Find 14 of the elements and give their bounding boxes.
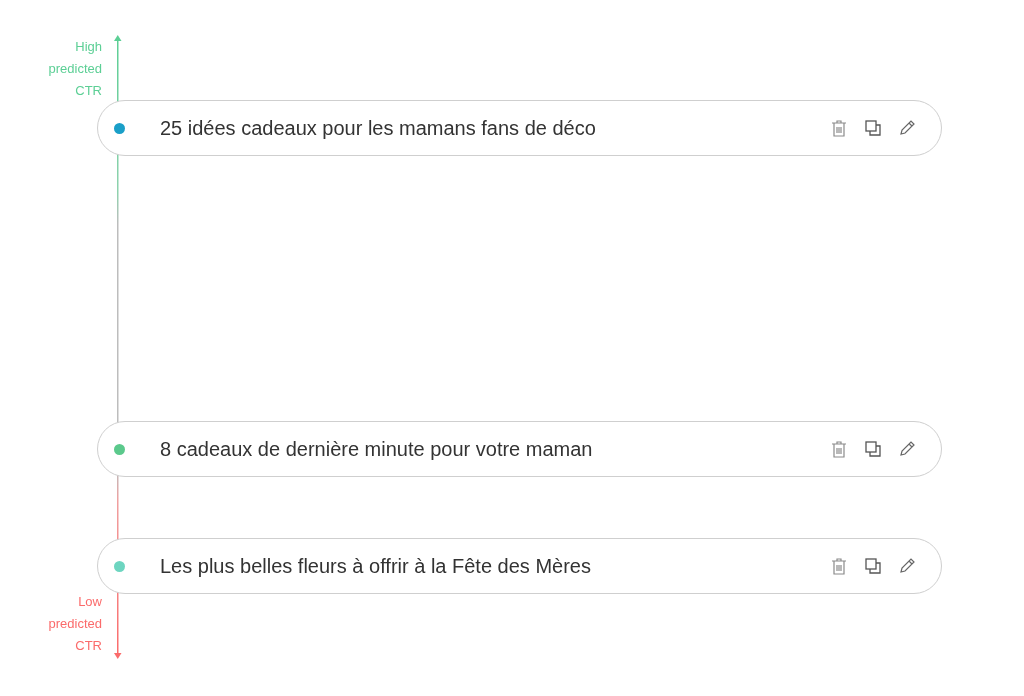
- headline-text: 8 cadeaux de dernière minute pour votre maman: [160, 437, 594, 461]
- trash-icon: [829, 118, 849, 138]
- pencil-icon: [897, 439, 917, 459]
- axis-label: Low predicted CTR: [47, 593, 102, 655]
- axis-label: High predicted CTR: [47, 38, 102, 100]
- copy-icon: [863, 439, 883, 459]
- headline-text: Les plus belles fleurs à offrir à la Fête des Mères: [160, 554, 592, 578]
- copy-icon: [863, 118, 883, 138]
- trash-icon: [829, 556, 849, 576]
- headline-text: 25 idées cadeaux pour les mamans fans de déco: [160, 116, 597, 140]
- trash-icon: [829, 439, 849, 459]
- pencil-icon: [897, 118, 917, 138]
- pencil-icon: [897, 556, 917, 576]
- copy-icon: [863, 556, 883, 576]
